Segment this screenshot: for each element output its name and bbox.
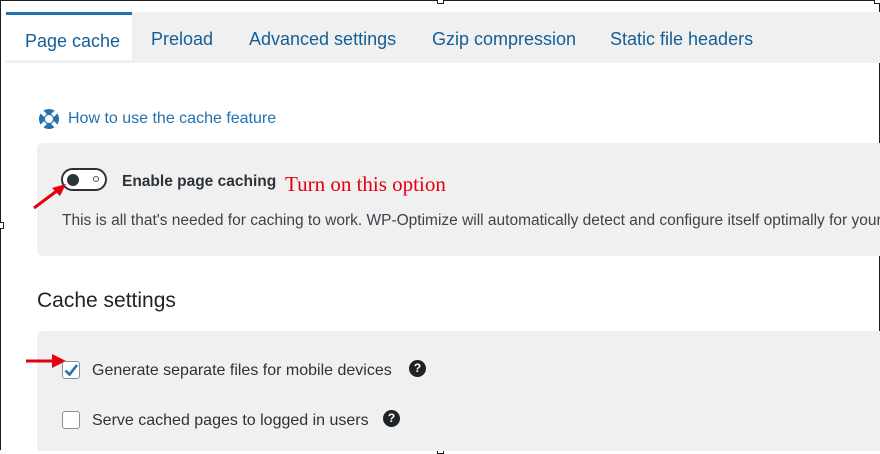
enable-caching-panel [37, 143, 880, 256]
resize-handle-left[interactable] [0, 222, 4, 229]
tab-bar: Page cache Preload Advanced settings Gzi… [6, 12, 880, 63]
tab-static-file-headers[interactable]: Static file headers [610, 12, 753, 63]
cache-settings-panel [37, 331, 880, 451]
mobile-files-checkbox[interactable] [62, 361, 80, 379]
resize-handle-top-mid[interactable] [437, 0, 444, 4]
resize-handle-top-right[interactable] [874, 0, 880, 4]
question-icon[interactable]: ? [383, 410, 400, 427]
toggle-off-indicator [93, 176, 99, 182]
annotation-arrow-toggle [33, 184, 66, 210]
cache-settings-title: Cache settings [37, 289, 176, 312]
enable-caching-description: This is all that's needed for caching to… [62, 212, 880, 229]
tab-gzip-compression[interactable]: Gzip compression [432, 12, 576, 63]
tab-preload[interactable]: Preload [151, 12, 213, 63]
logged-in-users-checkbox[interactable] [62, 411, 80, 429]
question-icon[interactable]: ? [409, 360, 426, 377]
help-link-label[interactable]: How to use the cache feature [68, 110, 276, 128]
how-to-use-cache-link[interactable]: How to use the cache feature [38, 107, 276, 131]
logged-in-users-label[interactable]: Serve cached pages to logged in users [92, 412, 369, 430]
lifebuoy-icon [39, 109, 59, 129]
annotation-text: Turn on this option [285, 172, 446, 196]
mobile-files-label[interactable]: Generate separate files for mobile devic… [92, 362, 392, 380]
tab-page-cache[interactable]: Page cache [6, 12, 132, 60]
enable-page-caching-label[interactable]: Enable page caching [122, 173, 276, 191]
tab-advanced-settings[interactable]: Advanced settings [249, 12, 396, 63]
checkmark-icon [64, 364, 79, 377]
